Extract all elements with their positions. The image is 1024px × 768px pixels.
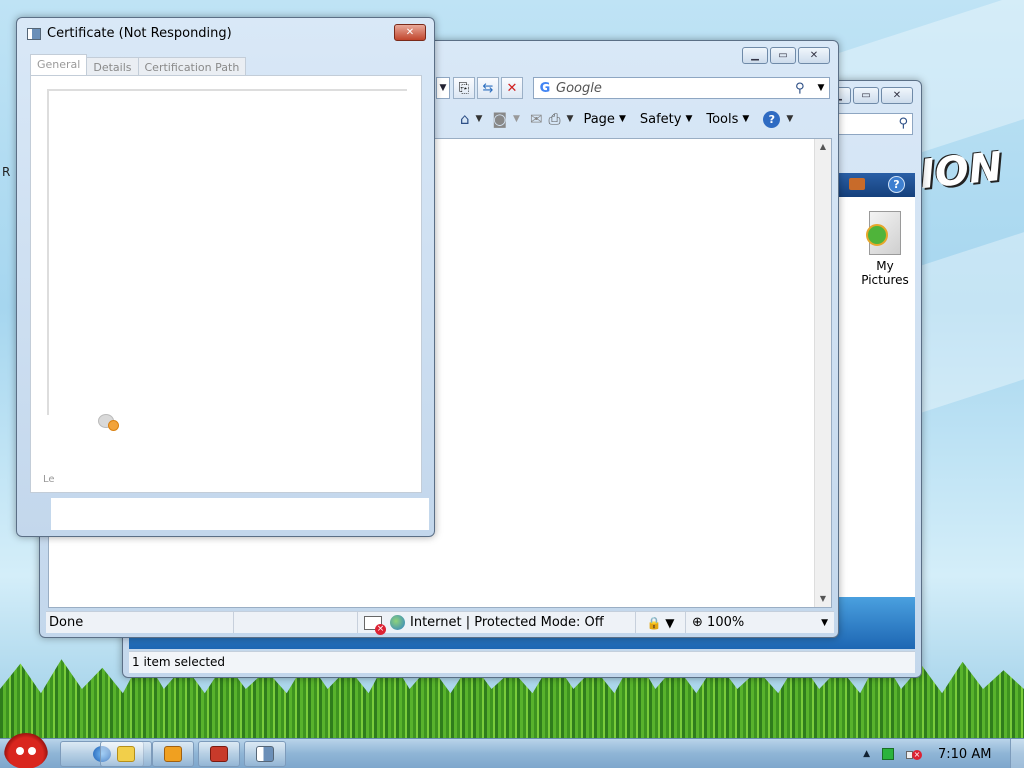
safety-menu-label: Safety: [639, 111, 682, 127]
help-dropdown[interactable]: ▼: [786, 114, 793, 124]
zoom-icon: ⊕: [692, 615, 703, 630]
feeds-dropdown[interactable]: ▼: [513, 114, 520, 124]
system-tray: ▲ 7:10 AM: [863, 739, 1024, 768]
dialog-caption-buttons: ✕: [394, 24, 426, 41]
desktop-icon-label-partial: R: [2, 165, 11, 179]
close-button[interactable]: ✕: [881, 87, 913, 104]
wallpaper-title-art: ION: [917, 143, 1005, 199]
volume-muted-icon[interactable]: [906, 748, 922, 760]
window-icon: [256, 746, 274, 762]
scroll-down-icon[interactable]: ▼: [815, 591, 831, 607]
ie-status-bar: Done Internet | Protected Mode: Off 🔒 ▼ …: [46, 611, 834, 635]
help-icon[interactable]: ?: [763, 110, 781, 128]
taskbar: ▲ 7:10 AM: [0, 733, 1024, 768]
zoom-dropdown[interactable]: ▼: [821, 618, 828, 628]
folder-options-icon[interactable]: [849, 178, 865, 190]
compatibility-view-button[interactable]: ⎘: [453, 77, 475, 99]
my-pictures-label: My Pictures: [861, 259, 909, 287]
refresh-icon: ⇆: [482, 80, 494, 96]
unpainted-region: [51, 498, 429, 530]
tools-menu[interactable]: Tools ▼: [706, 112, 749, 127]
taskbar-explorer-button[interactable]: [100, 741, 152, 767]
print-icon[interactable]: ⎙: [549, 110, 561, 128]
close-button[interactable]: ✕: [394, 24, 426, 41]
taskbar-dialog-button[interactable]: [244, 741, 286, 767]
tools-menu-label: Tools: [706, 111, 739, 127]
stop-icon: ✕: [506, 80, 518, 96]
network-icon[interactable]: [882, 748, 894, 760]
my-pictures-icon: [866, 211, 901, 255]
close-button[interactable]: ✕: [798, 47, 830, 64]
print-dropdown[interactable]: ▼: [567, 114, 574, 124]
dialog-tabs: General Details Certification Path: [30, 54, 247, 77]
page-menu-label: Page: [583, 111, 615, 127]
internet-zone-icon: [390, 615, 405, 630]
general-tab-panel: Le: [30, 75, 422, 493]
maximize-button[interactable]: ▭: [853, 87, 879, 104]
security-zone-text[interactable]: Internet | Protected Mode: Off: [410, 612, 636, 633]
chevron-down-icon: ▼: [742, 114, 750, 124]
busy-cursor-icon: [98, 412, 120, 431]
dialog-title: Certificate (Not Responding): [47, 26, 232, 41]
start-button[interactable]: [4, 733, 48, 768]
status-text: Done: [46, 612, 234, 633]
read-mail-icon[interactable]: ✉: [530, 110, 543, 128]
tab-general[interactable]: General: [30, 54, 88, 77]
taskbar-certificate-button[interactable]: [198, 741, 240, 767]
maximize-button[interactable]: ▭: [770, 47, 796, 64]
home-icon[interactable]: ⌂: [460, 110, 470, 128]
home-dropdown[interactable]: ▼: [476, 114, 483, 124]
status-progress-area: [234, 612, 358, 633]
explorer-file-list[interactable]: My Pictures: [835, 197, 915, 597]
taskbar-media-button[interactable]: [152, 741, 194, 767]
minimize-button[interactable]: ▁: [742, 47, 768, 64]
search-icon[interactable]: ⚲: [898, 116, 908, 131]
address-dropdown-button[interactable]: ▼: [436, 77, 450, 99]
show-hidden-icons-icon[interactable]: ▲: [863, 749, 870, 759]
explorer-search-input[interactable]: ⚲: [835, 113, 913, 135]
google-icon: G: [539, 80, 551, 96]
search-placeholder: Google: [556, 80, 602, 96]
ie-command-bar: ⌂ ▼ ◙ ▼ ✉ ⎙ ▼ Page ▼ Safety ▼ Tools ▼ ? ▼: [436, 105, 834, 133]
certificate-dialog[interactable]: Certificate (Not Responding) ✕ General D…: [16, 17, 435, 537]
show-desktop-button[interactable]: [1010, 739, 1024, 768]
zoom-level: 100%: [707, 615, 745, 630]
tab-details[interactable]: Details: [86, 57, 139, 77]
dialog-title-bar[interactable]: Certificate (Not Responding): [27, 26, 232, 41]
ie-caption-buttons: ▁ ▭ ✕: [742, 47, 830, 64]
search-icon[interactable]: ⚲: [795, 81, 813, 96]
certificate-app-icon: [27, 27, 41, 40]
media-player-icon: [164, 746, 182, 762]
feeds-icon[interactable]: ◙: [492, 110, 507, 128]
vertical-scrollbar[interactable]: ▲ ▼: [814, 139, 831, 607]
help-icon[interactable]: ?: [888, 176, 905, 193]
tab-certification-path[interactable]: Certification Path: [137, 57, 247, 77]
explorer-status-bar: 1 item selected: [129, 651, 915, 673]
page-menu[interactable]: Page ▼: [583, 112, 625, 127]
refresh-button[interactable]: ⇆: [477, 77, 499, 99]
compatibility-icon: ⎘: [458, 80, 470, 96]
protected-mode-icon[interactable]: 🔒 ▼: [636, 612, 686, 633]
clock[interactable]: 7:10 AM: [938, 747, 1010, 762]
chevron-down-icon: ▼: [685, 114, 693, 124]
zoom-control[interactable]: ⊕ 100% ▼: [686, 615, 834, 630]
safety-menu[interactable]: Safety ▼: [640, 112, 693, 127]
scroll-up-icon[interactable]: ▲: [815, 139, 831, 155]
learn-more-link-partial[interactable]: Le: [43, 474, 55, 485]
stop-button[interactable]: ✕: [501, 77, 523, 99]
certificate-info-box: [47, 89, 407, 415]
folder-icon: [117, 746, 135, 762]
certificate-manager-icon: [210, 746, 228, 762]
explorer-command-bar: ?: [835, 173, 915, 197]
search-input[interactable]: G Google ⚲ ▼: [533, 77, 830, 99]
search-options-dropdown[interactable]: ▼: [813, 83, 829, 93]
chevron-down-icon: ▼: [618, 114, 626, 124]
explorer-status-text: 1 item selected: [132, 655, 226, 669]
popup-blocked-icon[interactable]: [364, 615, 386, 635]
busy-cursor-part: [108, 420, 119, 431]
my-pictures-folder[interactable]: My Pictures: [855, 211, 915, 287]
